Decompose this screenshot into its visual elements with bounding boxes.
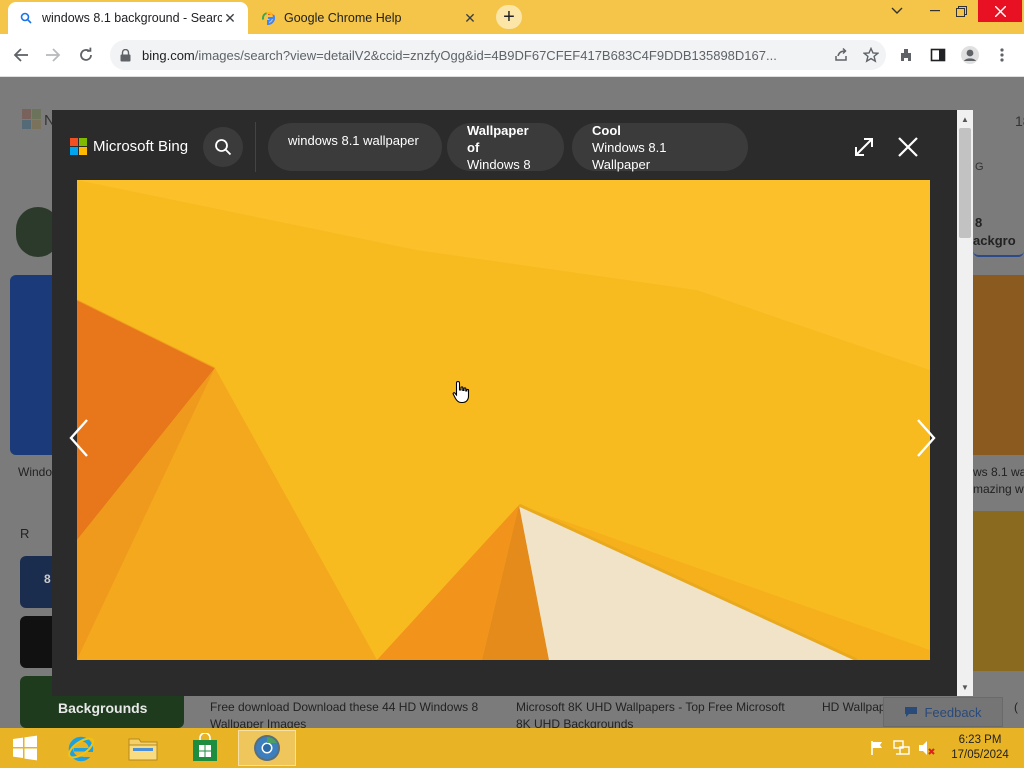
share-icon[interactable] [826,40,856,70]
bg-right-thumb [973,275,1024,455]
tab-title: Google Chrome Help [284,11,402,25]
previous-image-arrow[interactable] [64,415,94,461]
microsoft-logo-icon [70,138,87,155]
extensions-icon[interactable] [893,42,919,68]
url-host: bing.com [142,47,195,63]
chip-label-line-2: Windows 8 [467,156,531,172]
search-icon [18,10,34,26]
action-center-flag-icon[interactable] [868,739,886,757]
related-chip-wallpaper-of-windows-8[interactable]: Wallpaper of Windows 8 [447,122,564,172]
search-icon [214,138,232,156]
close-tab-icon[interactable]: ✕ [222,10,238,26]
feedback-label: Feedback [924,704,982,720]
bg-caption-left: Windo [18,465,53,479]
system-clock[interactable]: 6:23 PM 17/05/2024 [942,733,1018,763]
close-tab-icon[interactable]: ✕ [462,10,478,26]
modal-search-button[interactable] [203,127,243,167]
header-divider [255,122,256,172]
bookmark-star-icon[interactable] [856,40,886,70]
google-g-icon [260,10,276,26]
hand-cursor-icon [452,380,470,409]
windows-taskbar: 6:23 PM 17/05/2024 [0,728,1024,768]
tab-search-icon[interactable] [880,0,914,22]
bg-caption-bottom-5: HD Wallpap [822,700,886,714]
windows-store-icon[interactable] [182,730,228,766]
tab-chrome-help[interactable]: Google Chrome Help ✕ [250,2,488,34]
address-bar[interactable]: bing.com/images/search?view=detailV2&cci… [110,40,886,70]
feedback-icon [904,706,918,718]
bg-caption-bottom-4: 8K UHD Backgrounds [516,717,634,728]
close-viewer-icon[interactable] [895,134,921,160]
bg-caption-right-1: ws 8.1 wa [973,465,1024,479]
internet-explorer-icon[interactable] [58,730,104,766]
related-chip-wallpaper[interactable]: windows 8.1 wallpaper [268,123,442,171]
expand-icon[interactable] [851,134,877,160]
scroll-down-arrow[interactable]: ▼ [957,680,973,694]
bg-caption-bottom-3: Microsoft 8K UHD Wallpapers - Top Free M… [516,700,785,714]
brand-text: Microsoft Bing [93,138,189,155]
volume-muted-icon[interactable] [918,739,936,757]
microsoft-bing-logo[interactable]: Microsoft Bing [70,138,188,155]
reload-icon[interactable] [73,42,99,68]
url-text: bing.com/images/search?view=detailV2&cci… [142,48,826,63]
chip-label: windows 8.1 wallpaper [288,132,419,148]
bg-related-label: R [20,526,30,541]
wallpaper-image[interactable] [77,180,930,660]
start-button-windows-icon[interactable] [2,730,48,766]
modal-scrollbar[interactable]: ▲ ▼ [957,110,973,696]
chip-label-line-1: Cool [592,122,621,138]
scrollbar-thumb[interactable] [959,128,971,238]
close-window-button[interactable] [978,0,1022,22]
scroll-up-arrow[interactable]: ▲ [957,112,973,126]
tab-strip: windows 8.1 background - Search ✕ Google… [0,0,1024,34]
clock-time: 6:23 PM [958,734,1002,746]
tab-title: windows 8.1 background - Search [42,11,222,25]
lock-icon[interactable] [120,48,134,62]
menu-kebab-icon[interactable] [989,42,1015,68]
bg-right-thumb-2 [973,511,1024,671]
restore-button[interactable] [944,0,978,22]
bg-caption-bottom-2: Wallpaper Images [210,717,307,728]
modal-header: Microsoft Bing windows 8.1 wallpaper Wal… [52,110,973,180]
related-chip-cool-windows-wallpaper[interactable]: Cool Windows 8.1 Wallpaper [572,122,748,172]
bg-paren: ( [1014,700,1018,714]
tab-bing-search[interactable]: windows 8.1 background - Search ✕ [8,2,248,34]
chip-label-line-2: Windows 8.1 Wallpaper [592,139,667,172]
bg-count: 18 [1015,113,1024,129]
chip-label-line-1: Wallpaper of [467,122,529,155]
browser-toolbar: bing.com/images/search?view=detailV2&cci… [0,34,1024,77]
chrome-taskbar-icon[interactable] [238,730,296,766]
feedback-button[interactable]: Feedback [883,697,1003,727]
bg-right-card: 8 ackgro [973,209,1024,257]
new-tab-button[interactable]: + [496,5,522,29]
bg-thumb-3-label: Backgrounds [58,700,148,716]
bg-g-label: G [975,161,984,173]
bg-caption-right-2: mazing wa [973,482,1024,496]
profile-avatar-icon[interactable] [957,42,983,68]
url-path: /images/search?view=detailV2&ccid=znzfyO… [194,47,777,63]
bing-header-logo-icon [22,109,42,129]
forward-arrow-icon[interactable] [40,42,66,68]
network-icon[interactable] [893,739,911,757]
side-panel-icon[interactable] [925,42,951,68]
image-viewer-modal: Microsoft Bing windows 8.1 wallpaper Wal… [52,110,973,696]
clock-date: 17/05/2024 [951,749,1009,761]
back-arrow-icon[interactable] [8,42,34,68]
bg-caption-bottom-1: Free download Download these 44 HD Windo… [210,700,479,714]
next-image-arrow[interactable] [911,415,941,461]
file-explorer-icon[interactable] [120,730,166,766]
